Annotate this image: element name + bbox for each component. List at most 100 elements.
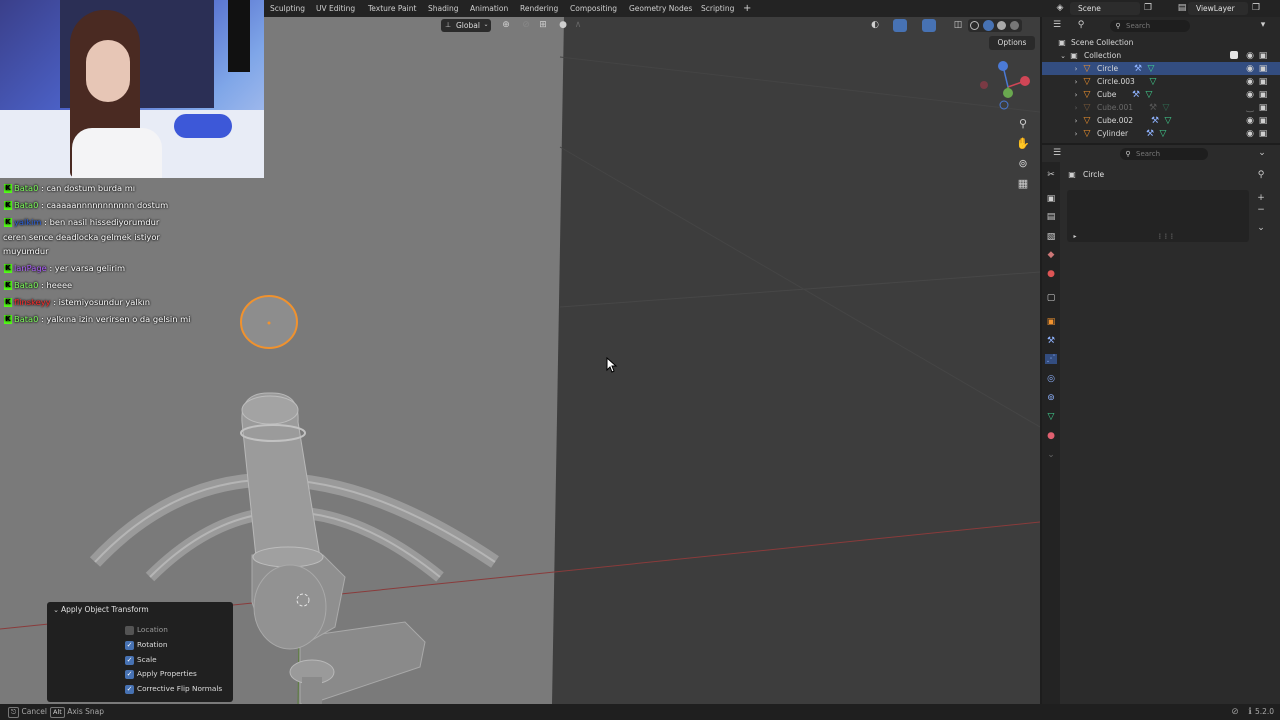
chevron-down-icon[interactable]: ⌄ bbox=[1256, 148, 1268, 158]
material-tab-icon[interactable]: ● bbox=[1046, 431, 1056, 441]
camera-icon[interactable]: ▣ bbox=[1258, 103, 1268, 113]
object-tab-icon[interactable]: ▣ bbox=[1046, 317, 1056, 327]
collection-exclude-checkbox[interactable] bbox=[1230, 51, 1238, 59]
overlay-toggle-icon[interactable] bbox=[922, 19, 936, 32]
scale-checkbox[interactable]: ✓ bbox=[125, 655, 134, 665]
chevron-right-icon[interactable]: › bbox=[1072, 77, 1080, 87]
display-mode-icon[interactable]: ⚲ bbox=[1074, 20, 1088, 30]
properties-editor-type-icon[interactable]: ☰ bbox=[1050, 148, 1064, 158]
physics-tab-icon[interactable]: ◎ bbox=[1046, 374, 1056, 384]
rendered-shading-icon[interactable] bbox=[1010, 21, 1019, 30]
uv-list-box[interactable]: ▸ ⋮⋮⋮ bbox=[1067, 190, 1249, 242]
chevron-right-icon[interactable]: › bbox=[1072, 90, 1080, 100]
outliner-object-row[interactable]: › ▽ Cube.002 ⚒ ▽ ◉ ▣ bbox=[1042, 114, 1280, 127]
chevron-right-icon[interactable]: ▸ bbox=[1071, 232, 1079, 242]
location-option[interactable]: Location bbox=[125, 624, 168, 636]
eye-icon[interactable]: ◉ bbox=[1245, 116, 1255, 126]
tab-texture-paint[interactable]: Texture Paint bbox=[364, 0, 420, 17]
eye-icon[interactable]: ◉ bbox=[1245, 64, 1255, 74]
eye-icon[interactable]: ◉ bbox=[1245, 129, 1255, 139]
eye-icon[interactable]: ◉ bbox=[1245, 77, 1255, 87]
add-icon[interactable]: + bbox=[1256, 193, 1266, 203]
new-scene-icon[interactable]: ❐ bbox=[1142, 3, 1154, 13]
camera-icon[interactable]: ▣ bbox=[1258, 116, 1268, 126]
proportional-edit-icon[interactable]: ● bbox=[557, 20, 569, 30]
xray-toggle-icon[interactable]: ◫ bbox=[953, 20, 963, 30]
tab-animation[interactable]: Animation bbox=[466, 0, 512, 17]
snap-icon[interactable]: ⊘ bbox=[519, 20, 533, 30]
tab-shading[interactable]: Shading bbox=[424, 0, 462, 17]
eye-icon[interactable]: ◉ bbox=[1245, 90, 1255, 100]
visibility-selector-icon[interactable]: ◐ bbox=[869, 20, 881, 30]
transform-orientation-dropdown[interactable]: ⊥ Global ⌄ bbox=[441, 19, 491, 32]
scene-collection-row[interactable]: ▣ Scene Collection bbox=[1042, 36, 1280, 49]
falloff-icon[interactable]: ∧ bbox=[572, 20, 584, 30]
scale-option[interactable]: ✓ Scale bbox=[125, 654, 157, 666]
outliner-search-input[interactable]: ⚲ Search bbox=[1110, 20, 1190, 32]
snap-target-icon[interactable]: ⊞ bbox=[536, 20, 550, 30]
apply-transform-panel[interactable]: ⌄ Apply Object Transform Location ✓ Rotat… bbox=[47, 602, 233, 702]
apply-properties-checkbox[interactable]: ✓ bbox=[125, 669, 134, 679]
pin-icon[interactable]: ⚲ bbox=[1256, 170, 1266, 180]
chevron-right-icon[interactable]: › bbox=[1072, 129, 1080, 139]
outliner-object-row[interactable]: › ▽ Circle ⚒ ▽ ◉ ▣ bbox=[1042, 62, 1280, 75]
location-checkbox[interactable] bbox=[125, 625, 134, 635]
tab-compositing[interactable]: Compositing bbox=[566, 0, 621, 17]
constraints-tab-icon[interactable]: ⊚ bbox=[1046, 393, 1056, 403]
corrective-flip-normals-checkbox[interactable]: ✓ bbox=[125, 684, 134, 694]
scene-tab-icon[interactable]: ◆ bbox=[1046, 250, 1056, 260]
view-layer-tab-icon[interactable]: ▧ bbox=[1046, 232, 1056, 242]
render-tab-icon[interactable]: ▣ bbox=[1046, 194, 1056, 204]
outliner-object-row[interactable]: › ▽ Cube.001 ⚒ ▽ ‿ ▣ bbox=[1042, 101, 1280, 114]
chevron-right-icon[interactable]: › bbox=[1072, 103, 1080, 113]
new-view-layer-icon[interactable]: ❐ bbox=[1250, 3, 1262, 13]
chevron-right-icon[interactable]: › bbox=[1072, 64, 1080, 74]
camera-icon[interactable]: ▣ bbox=[1258, 51, 1268, 61]
eye-icon[interactable]: ◉ bbox=[1245, 51, 1255, 61]
chevron-down-icon[interactable]: ⌄ bbox=[52, 605, 60, 615]
add-workspace-button[interactable]: + bbox=[739, 0, 755, 17]
camera-icon[interactable]: ▣ bbox=[1258, 64, 1268, 74]
properties-search-input[interactable]: ⚲ Search bbox=[1120, 148, 1208, 160]
outliner-panel[interactable]: ☰ ⚲ ⚲ Search ▾ ▣ Scene Collection ⌄ ▣ Co… bbox=[1042, 17, 1280, 143]
wireframe-shading-icon[interactable] bbox=[970, 21, 979, 30]
pan-hand-icon[interactable]: ✋ bbox=[1016, 138, 1030, 149]
texture-tab-icon[interactable]: ⌄ bbox=[1046, 450, 1056, 460]
tab-geometry-nodes[interactable]: Geometry Nodes bbox=[625, 0, 696, 17]
resize-handle-icon[interactable]: ⋮⋮⋮ bbox=[1157, 232, 1175, 242]
scene-selector[interactable]: Scene bbox=[1070, 2, 1140, 15]
camera-view-icon[interactable]: ⊚ bbox=[1016, 158, 1030, 169]
collection-tab-icon[interactable]: ▢ bbox=[1046, 293, 1056, 303]
outliner-object-row[interactable]: › ▽ Cylinder ⚒ ▽ ◉ ▣ bbox=[1042, 127, 1280, 140]
rotation-option[interactable]: ✓ Rotation bbox=[125, 639, 168, 651]
view-layer-selector[interactable]: ViewLayer bbox=[1188, 2, 1248, 15]
collection-row[interactable]: ⌄ ▣ Collection ◉ ▣ bbox=[1042, 49, 1280, 62]
chevron-down-icon[interactable]: ⌄ bbox=[1256, 223, 1266, 233]
corrective-flip-normals-option[interactable]: ✓ Corrective Flip Normals bbox=[125, 683, 222, 695]
world-tab-icon[interactable]: ● bbox=[1046, 269, 1056, 279]
zoom-icon[interactable]: ⚲ bbox=[1016, 118, 1030, 129]
filter-icon[interactable]: ▾ bbox=[1257, 20, 1269, 30]
pivot-point-icon[interactable]: ⊕ bbox=[497, 20, 515, 30]
shading-mode-group[interactable] bbox=[968, 19, 1022, 32]
navigation-gizmo[interactable] bbox=[975, 57, 1035, 117]
eye-closed-icon[interactable]: ‿ bbox=[1245, 103, 1255, 113]
camera-icon[interactable]: ▣ bbox=[1258, 77, 1268, 87]
chevron-down-icon[interactable]: ⌄ bbox=[1059, 51, 1067, 61]
apply-properties-option[interactable]: ✓ Apply Properties bbox=[125, 668, 197, 680]
material-shading-icon[interactable] bbox=[997, 21, 1006, 30]
solid-shading-icon[interactable] bbox=[983, 20, 994, 31]
remove-icon[interactable]: − bbox=[1256, 205, 1266, 215]
gizmo-toggle-icon[interactable] bbox=[893, 19, 907, 32]
properties-panel[interactable]: ☰ ⚲ Search ⌄ ▣ Circle ⚲ ▸ ⋮⋮⋮ + − ⌄ bbox=[1042, 145, 1280, 704]
data-tab-icon[interactable]: ▽ bbox=[1046, 412, 1056, 422]
editor-type-icon[interactable]: ☰ bbox=[1050, 20, 1064, 30]
chevron-right-icon[interactable]: › bbox=[1072, 116, 1080, 126]
outliner-object-row[interactable]: › ▽ Circle.003 ▽ ◉ ▣ bbox=[1042, 75, 1280, 88]
tab-rendering[interactable]: Rendering bbox=[516, 0, 562, 17]
tab-sculpting[interactable]: Sculpting bbox=[266, 0, 309, 17]
rotation-checkbox[interactable]: ✓ bbox=[125, 640, 134, 650]
ortho-grid-icon[interactable]: ▦ bbox=[1016, 178, 1030, 189]
tab-uv-editing[interactable]: UV Editing bbox=[312, 0, 359, 17]
output-tab-icon[interactable]: ▤ bbox=[1046, 212, 1056, 222]
